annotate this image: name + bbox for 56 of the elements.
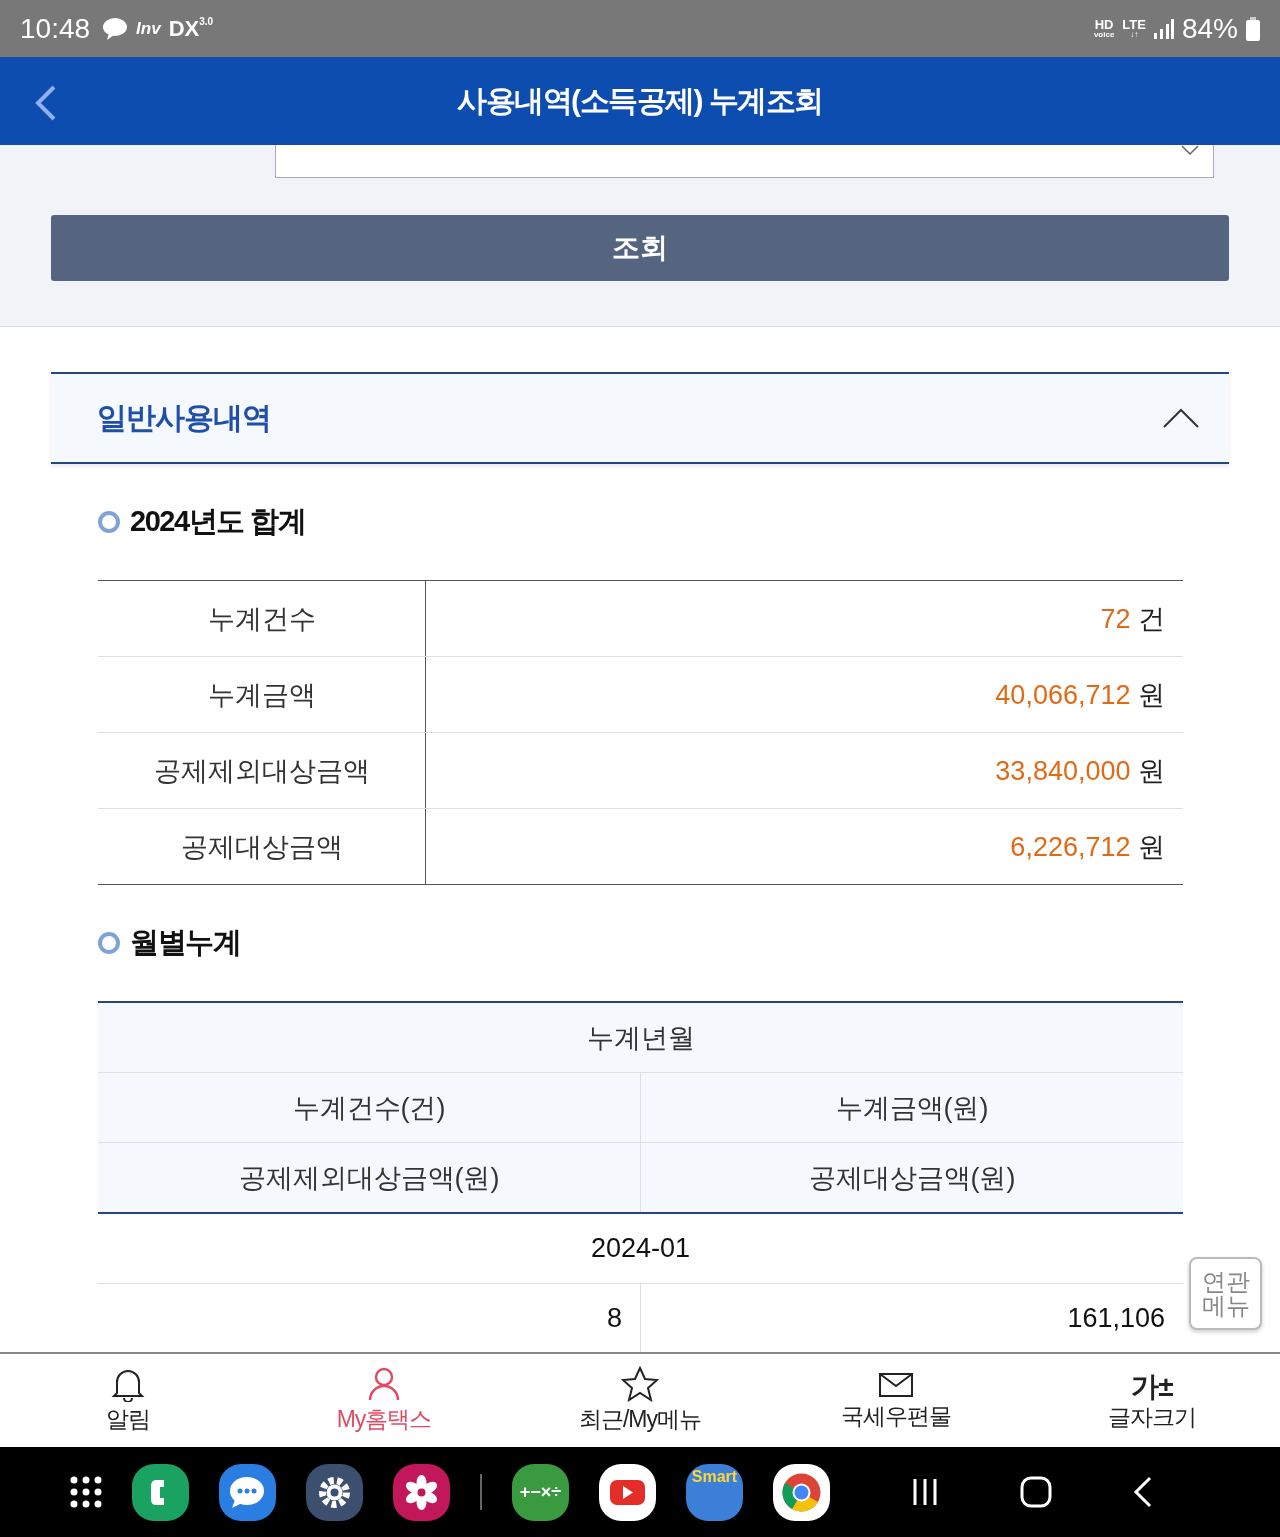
home-icon[interactable] [1020,1476,1052,1508]
row-label: 공제제외대상금액 [98,732,426,809]
row-label: 누계건수 [98,580,426,657]
row-label: 공제대상금액 [98,808,426,885]
back-icon[interactable] [1132,1476,1154,1508]
column-header: 공제제외대상금액(원) [98,1142,641,1213]
accordion-header[interactable]: 일반사용내역 [51,372,1229,464]
phone-app-icon[interactable] [132,1463,189,1521]
browser-app-icon[interactable] [773,1463,830,1521]
battery-level: 84% [1181,12,1238,45]
table-cell: 161,106 [640,1283,1183,1352]
font-size-icon: 가± [1131,1368,1173,1400]
page-title: 사용내역(소득공제) 누계조회 [457,82,823,119]
calculator-app-icon[interactable]: +−×÷ [512,1463,569,1521]
battery-icon [1246,16,1260,41]
notification-label: Inv [136,18,161,39]
bullet-icon [98,511,120,533]
nav-tab[interactable]: 국세우편물 [768,1354,1024,1447]
chevron-up-icon[interactable] [1163,408,1199,428]
bullet-icon [98,932,120,954]
row-value: 6,226,712 원 [1010,831,1165,862]
row-value: 33,840,000 원 [995,755,1165,786]
dock-separator [480,1474,482,1510]
column-header: 누계금액(원) [640,1072,1183,1143]
chat-app-icon[interactable] [219,1463,276,1521]
network-label: HD voice [1093,18,1115,39]
nav-tab[interactable]: 최근/My메뉴 [512,1354,768,1447]
nav-tab[interactable]: 가± 글자크기 [1024,1354,1280,1447]
column-header: 누계건수(건) [98,1072,641,1143]
network-label: LTE ↓↑ [1122,18,1146,39]
column-header: 공제대상금액(원) [640,1142,1183,1213]
column-header: 누계년월 [98,1002,1183,1073]
select-field[interactable] [275,145,1214,178]
row-label: 누계금액 [98,656,426,733]
section-title: 월별누계 [130,925,240,960]
flower-app-icon[interactable] [393,1463,450,1521]
row-value: 40,066,712 원 [995,679,1165,710]
nav-tab[interactable]: My홈택스 [256,1354,512,1447]
person-icon [367,1366,401,1402]
table-cell: 2024-01 [98,1213,1183,1284]
section-title: 2024년도 합계 [130,504,306,539]
accordion-title: 일반사용내역 [97,399,272,436]
related-menu-button[interactable]: 연관 메뉴 [1189,1257,1262,1330]
video-app-icon[interactable] [599,1463,656,1521]
settings-icon[interactable] [306,1463,363,1521]
row-value: 72 건 [1100,603,1165,634]
apps-grid-icon[interactable] [70,1476,102,1508]
search-button[interactable]: 조회 [51,215,1229,281]
notification-label: DX$^{3.0}$ [168,15,214,42]
caret-icon [1181,145,1199,155]
clock: 10:48 [20,12,91,45]
signal-icon [1153,17,1174,40]
nav-tab[interactable]: 알림 [0,1354,256,1447]
star-icon [621,1366,659,1402]
table-cell: 8 [98,1283,641,1352]
chat-bubble-icon [102,16,129,41]
